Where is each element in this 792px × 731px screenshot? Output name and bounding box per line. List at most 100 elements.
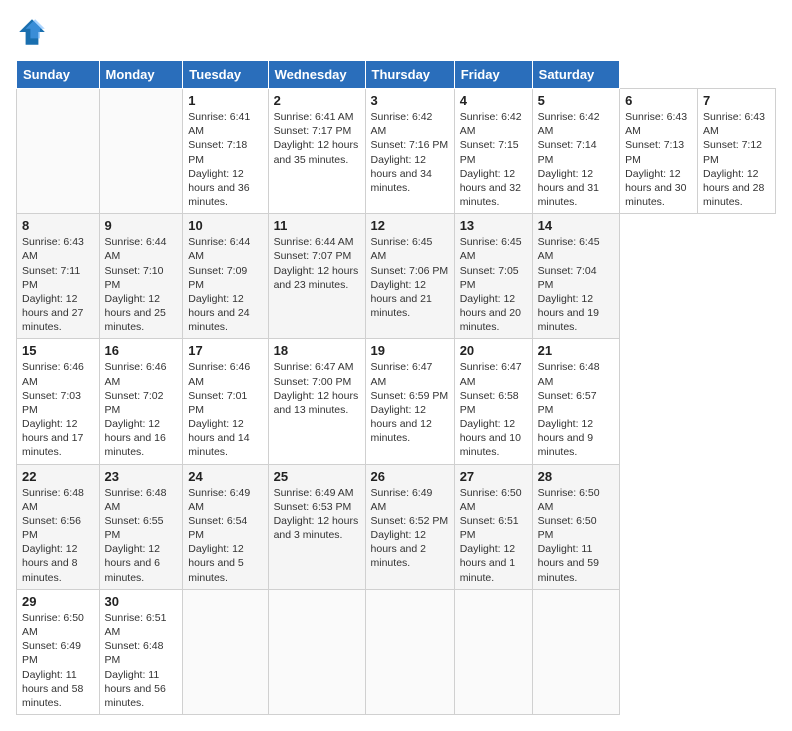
day-cell-2: 2 Sunrise: 6:41 AMSunset: 7:17 PMDayligh… (268, 89, 365, 214)
day-cell-3: 3 Sunrise: 6:42 AMSunset: 7:16 PMDayligh… (365, 89, 454, 214)
calendar-week-5: 29 Sunrise: 6:50 AMSunset: 6:49 PMDaylig… (17, 589, 776, 714)
day-cell-27: 27 Sunrise: 6:50 AMSunset: 6:51 PMDaylig… (454, 464, 532, 589)
empty-cell (183, 589, 268, 714)
calendar-week-4: 22 Sunrise: 6:48 AMSunset: 6:56 PMDaylig… (17, 464, 776, 589)
day-number: 30 (105, 594, 178, 609)
day-info: Sunrise: 6:46 AMSunset: 7:01 PMDaylight:… (188, 361, 250, 458)
day-info: Sunrise: 6:47 AMSunset: 7:00 PMDaylight:… (274, 361, 359, 416)
weekday-header-monday: Monday (99, 61, 183, 89)
day-number: 20 (460, 343, 527, 358)
day-number: 8 (22, 218, 94, 233)
day-number: 25 (274, 469, 360, 484)
day-number: 7 (703, 93, 770, 108)
weekday-header-tuesday: Tuesday (183, 61, 268, 89)
day-info: Sunrise: 6:43 AMSunset: 7:12 PMDaylight:… (703, 111, 765, 208)
day-number: 28 (538, 469, 615, 484)
day-number: 29 (22, 594, 94, 609)
day-number: 2 (274, 93, 360, 108)
day-info: Sunrise: 6:50 AMSunset: 6:50 PMDaylight:… (538, 487, 600, 584)
day-cell-18: 18 Sunrise: 6:47 AMSunset: 7:00 PMDaylig… (268, 339, 365, 464)
day-info: Sunrise: 6:47 AMSunset: 6:58 PMDaylight:… (460, 361, 522, 458)
day-info: Sunrise: 6:48 AMSunset: 6:55 PMDaylight:… (105, 487, 167, 584)
day-info: Sunrise: 6:48 AMSunset: 6:56 PMDaylight:… (22, 487, 84, 584)
weekday-header-saturday: Saturday (532, 61, 620, 89)
day-info: Sunrise: 6:41 AMSunset: 7:17 PMDaylight:… (274, 111, 359, 166)
day-number: 23 (105, 469, 178, 484)
day-cell-4: 4 Sunrise: 6:42 AMSunset: 7:15 PMDayligh… (454, 89, 532, 214)
empty-cell (99, 89, 183, 214)
day-cell-21: 21 Sunrise: 6:48 AMSunset: 6:57 PMDaylig… (532, 339, 620, 464)
weekday-row: SundayMondayTuesdayWednesdayThursdayFrid… (17, 61, 776, 89)
weekday-header-wednesday: Wednesday (268, 61, 365, 89)
day-cell-26: 26 Sunrise: 6:49 AMSunset: 6:52 PMDaylig… (365, 464, 454, 589)
day-cell-23: 23 Sunrise: 6:48 AMSunset: 6:55 PMDaylig… (99, 464, 183, 589)
day-cell-5: 5 Sunrise: 6:42 AMSunset: 7:14 PMDayligh… (532, 89, 620, 214)
day-info: Sunrise: 6:50 AMSunset: 6:51 PMDaylight:… (460, 487, 522, 584)
day-cell-8: 8 Sunrise: 6:43 AMSunset: 7:11 PMDayligh… (17, 214, 100, 339)
day-info: Sunrise: 6:43 AMSunset: 7:13 PMDaylight:… (625, 111, 687, 208)
day-cell-30: 30 Sunrise: 6:51 AMSunset: 6:48 PMDaylig… (99, 589, 183, 714)
day-info: Sunrise: 6:41 AMSunset: 7:18 PMDaylight:… (188, 111, 250, 208)
empty-cell (532, 589, 620, 714)
weekday-header-friday: Friday (454, 61, 532, 89)
day-cell-28: 28 Sunrise: 6:50 AMSunset: 6:50 PMDaylig… (532, 464, 620, 589)
day-cell-19: 19 Sunrise: 6:47 AMSunset: 6:59 PMDaylig… (365, 339, 454, 464)
day-number: 27 (460, 469, 527, 484)
weekday-header-sunday: Sunday (17, 61, 100, 89)
day-cell-24: 24 Sunrise: 6:49 AMSunset: 6:54 PMDaylig… (183, 464, 268, 589)
day-info: Sunrise: 6:49 AMSunset: 6:53 PMDaylight:… (274, 487, 359, 542)
day-cell-6: 6 Sunrise: 6:43 AMSunset: 7:13 PMDayligh… (620, 89, 698, 214)
day-info: Sunrise: 6:44 AMSunset: 7:09 PMDaylight:… (188, 236, 250, 333)
day-number: 10 (188, 218, 262, 233)
day-cell-14: 14 Sunrise: 6:45 AMSunset: 7:04 PMDaylig… (532, 214, 620, 339)
day-number: 18 (274, 343, 360, 358)
day-cell-22: 22 Sunrise: 6:48 AMSunset: 6:56 PMDaylig… (17, 464, 100, 589)
day-info: Sunrise: 6:46 AMSunset: 7:03 PMDaylight:… (22, 361, 84, 458)
day-number: 6 (625, 93, 692, 108)
day-cell-25: 25 Sunrise: 6:49 AMSunset: 6:53 PMDaylig… (268, 464, 365, 589)
day-cell-20: 20 Sunrise: 6:47 AMSunset: 6:58 PMDaylig… (454, 339, 532, 464)
day-info: Sunrise: 6:44 AMSunset: 7:07 PMDaylight:… (274, 236, 359, 291)
day-info: Sunrise: 6:42 AMSunset: 7:16 PMDaylight:… (371, 111, 449, 194)
day-number: 17 (188, 343, 262, 358)
day-number: 9 (105, 218, 178, 233)
day-number: 11 (274, 218, 360, 233)
day-cell-12: 12 Sunrise: 6:45 AMSunset: 7:06 PMDaylig… (365, 214, 454, 339)
day-info: Sunrise: 6:42 AMSunset: 7:14 PMDaylight:… (538, 111, 600, 208)
day-cell-13: 13 Sunrise: 6:45 AMSunset: 7:05 PMDaylig… (454, 214, 532, 339)
day-info: Sunrise: 6:48 AMSunset: 6:57 PMDaylight:… (538, 361, 600, 458)
empty-cell (17, 89, 100, 214)
day-number: 12 (371, 218, 449, 233)
day-info: Sunrise: 6:45 AMSunset: 7:04 PMDaylight:… (538, 236, 600, 333)
day-cell-1: 1 Sunrise: 6:41 AMSunset: 7:18 PMDayligh… (183, 89, 268, 214)
day-cell-16: 16 Sunrise: 6:46 AMSunset: 7:02 PMDaylig… (99, 339, 183, 464)
day-number: 15 (22, 343, 94, 358)
day-info: Sunrise: 6:44 AMSunset: 7:10 PMDaylight:… (105, 236, 167, 333)
calendar-body: 1 Sunrise: 6:41 AMSunset: 7:18 PMDayligh… (17, 89, 776, 715)
day-number: 24 (188, 469, 262, 484)
calendar-week-2: 8 Sunrise: 6:43 AMSunset: 7:11 PMDayligh… (17, 214, 776, 339)
day-number: 3 (371, 93, 449, 108)
day-cell-11: 11 Sunrise: 6:44 AMSunset: 7:07 PMDaylig… (268, 214, 365, 339)
day-info: Sunrise: 6:50 AMSunset: 6:49 PMDaylight:… (22, 612, 84, 709)
calendar-header: SundayMondayTuesdayWednesdayThursdayFrid… (17, 61, 776, 89)
day-info: Sunrise: 6:45 AMSunset: 7:06 PMDaylight:… (371, 236, 449, 319)
calendar-week-1: 1 Sunrise: 6:41 AMSunset: 7:18 PMDayligh… (17, 89, 776, 214)
day-cell-7: 7 Sunrise: 6:43 AMSunset: 7:12 PMDayligh… (698, 89, 776, 214)
weekday-header-thursday: Thursday (365, 61, 454, 89)
day-cell-10: 10 Sunrise: 6:44 AMSunset: 7:09 PMDaylig… (183, 214, 268, 339)
day-info: Sunrise: 6:47 AMSunset: 6:59 PMDaylight:… (371, 361, 449, 444)
empty-cell (268, 589, 365, 714)
day-number: 4 (460, 93, 527, 108)
day-info: Sunrise: 6:49 AMSunset: 6:52 PMDaylight:… (371, 487, 449, 570)
empty-cell (365, 589, 454, 714)
day-number: 26 (371, 469, 449, 484)
day-cell-9: 9 Sunrise: 6:44 AMSunset: 7:10 PMDayligh… (99, 214, 183, 339)
day-info: Sunrise: 6:43 AMSunset: 7:11 PMDaylight:… (22, 236, 84, 333)
empty-cell (454, 589, 532, 714)
day-number: 1 (188, 93, 262, 108)
day-cell-29: 29 Sunrise: 6:50 AMSunset: 6:49 PMDaylig… (17, 589, 100, 714)
day-number: 14 (538, 218, 615, 233)
day-number: 21 (538, 343, 615, 358)
logo (16, 16, 52, 48)
